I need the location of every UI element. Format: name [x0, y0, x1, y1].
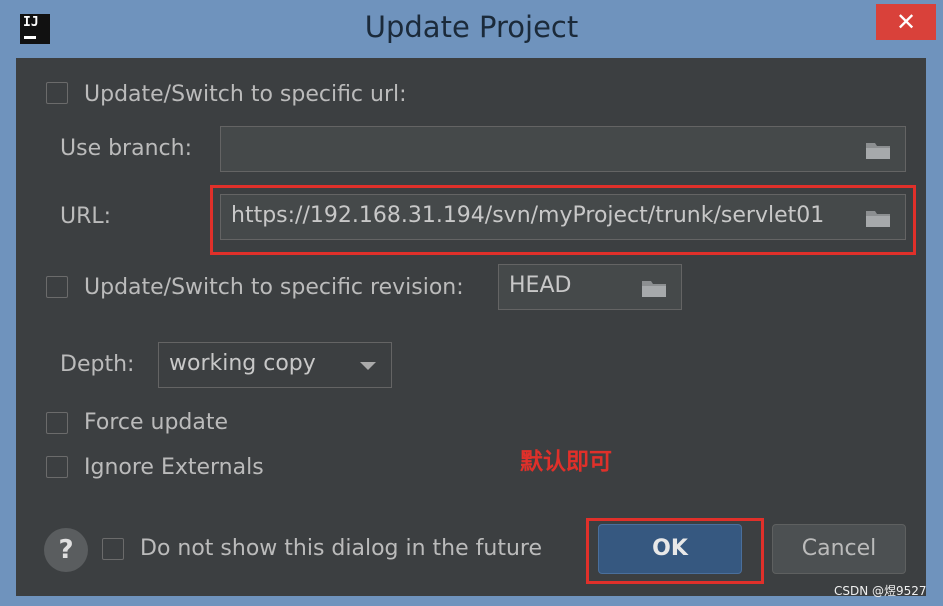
- force-update-checkbox[interactable]: [46, 412, 68, 434]
- branch-field[interactable]: [220, 126, 906, 172]
- dont-show-checkbox[interactable]: [102, 538, 124, 560]
- title-bar: IJ Update Project ✕: [0, 0, 943, 58]
- folder-icon[interactable]: [865, 140, 891, 160]
- ok-highlight-box: [586, 518, 764, 584]
- cancel-button[interactable]: Cancel: [772, 524, 906, 574]
- help-button[interactable]: ?: [44, 528, 88, 572]
- revision-value: HEAD: [509, 273, 572, 298]
- url-label: URL:: [60, 204, 112, 229]
- url-checkbox-label: Update/Switch to specific url:: [84, 82, 407, 107]
- annotation-text: 默认即可: [520, 449, 612, 475]
- revision-checkbox-label: Update/Switch to specific revision:: [84, 275, 464, 300]
- close-icon: ✕: [895, 8, 917, 36]
- help-icon: ?: [58, 535, 74, 565]
- dont-show-label: Do not show this dialog in the future: [140, 536, 542, 561]
- url-highlight-box: [210, 185, 916, 255]
- watermark: CSDN @煜9527: [834, 584, 927, 598]
- dialog-window: IJ Update Project ✕ Update/Switch to spe…: [0, 0, 943, 606]
- depth-select[interactable]: working copy: [158, 342, 392, 388]
- folder-icon[interactable]: [641, 278, 667, 298]
- force-update-label: Force update: [84, 410, 229, 435]
- revision-field[interactable]: HEAD: [498, 264, 682, 310]
- dialog-title: Update Project: [364, 10, 579, 44]
- close-button[interactable]: ✕: [876, 4, 936, 40]
- depth-value: working copy: [169, 351, 316, 376]
- cancel-label: Cancel: [801, 536, 877, 561]
- ignore-externals-label: Ignore Externals: [84, 455, 264, 480]
- revision-checkbox[interactable]: [46, 276, 68, 298]
- branch-label: Use branch:: [60, 136, 192, 161]
- dialog-content: Update/Switch to specific url: Use branc…: [16, 58, 926, 596]
- chevron-down-icon: [360, 362, 376, 370]
- url-checkbox[interactable]: [46, 82, 68, 104]
- depth-label: Depth:: [60, 352, 135, 377]
- ignore-externals-checkbox[interactable]: [46, 456, 68, 478]
